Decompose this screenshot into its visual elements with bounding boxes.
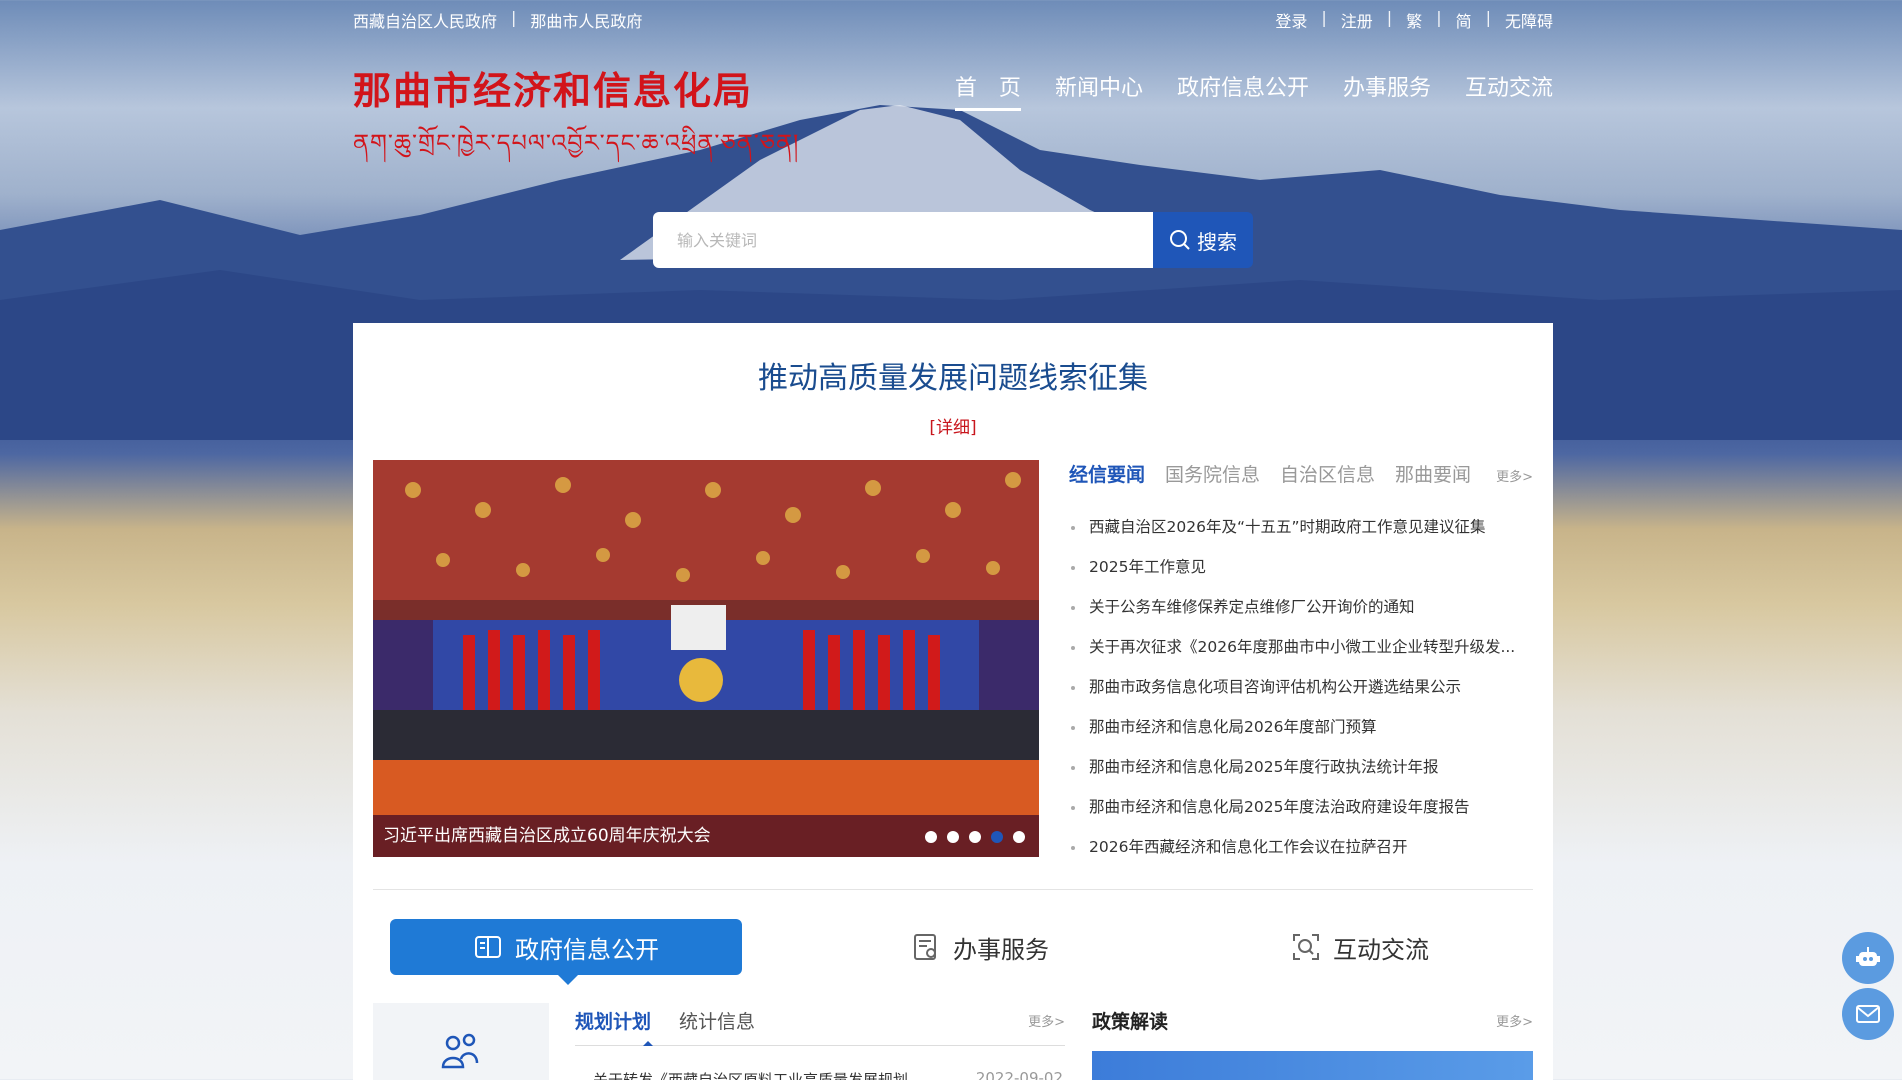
planning-card[interactable] bbox=[373, 1003, 549, 1080]
link-tibet-gov[interactable]: 西藏自治区人民政府 bbox=[353, 8, 497, 32]
news-tabs: 经信要闻 国务院信息 自治区信息 那曲要闻 更多> bbox=[1069, 460, 1533, 487]
topbar-right-links: 登录 | 注册 | 繁 | 简 | 无障碍 bbox=[1275, 8, 1553, 32]
simplified-chinese-link[interactable]: 简 bbox=[1456, 8, 1472, 32]
carousel-dot[interactable] bbox=[947, 831, 959, 843]
separator: | bbox=[1485, 8, 1491, 27]
headline-title[interactable]: 推动高质量发展问题线索征集 bbox=[353, 353, 1553, 397]
list-item[interactable]: 关于公务车维修保养定点维修厂公开询价的通知 bbox=[1069, 587, 1533, 627]
news-list: 西藏自治区2026年及“十五五”时期政府工作意见建议征集 2025年工作意见 关… bbox=[1069, 507, 1533, 867]
list-item[interactable]: 那曲市经济和信息化局2025年度法治政府建设年度报告 bbox=[1069, 787, 1533, 827]
scan-icon bbox=[1293, 934, 1319, 960]
policy-title: 政策解读 bbox=[1092, 1011, 1169, 1033]
news-more-link[interactable]: 更多> bbox=[1496, 466, 1533, 485]
policy-more-link[interactable]: 更多> bbox=[1496, 1011, 1533, 1030]
search-icon bbox=[1170, 230, 1190, 250]
search-bar: 搜索 bbox=[653, 212, 1253, 268]
list-item[interactable]: 2026年西藏经济和信息化工作会议在拉萨召开 bbox=[1069, 827, 1533, 867]
separator: | bbox=[1321, 8, 1327, 27]
logo-title: 那曲市经济和信息化局 bbox=[353, 68, 754, 113]
accessibility-link[interactable]: 无障碍 bbox=[1505, 8, 1553, 32]
carousel-dot[interactable] bbox=[925, 831, 937, 843]
carousel-dots bbox=[925, 831, 1025, 843]
tab-state-council[interactable]: 国务院信息 bbox=[1165, 460, 1260, 487]
list-item[interactable]: 关于转发《西藏自治区原料工业高质量发展规划... 2022-09-02 bbox=[593, 1069, 1063, 1080]
tab-jingxin-news[interactable]: 经信要闻 bbox=[1069, 460, 1145, 487]
search-button-label: 搜索 bbox=[1197, 229, 1237, 254]
nav-news[interactable]: 新闻中心 bbox=[1055, 70, 1143, 111]
tab-nagqu-news[interactable]: 那曲要闻 bbox=[1395, 460, 1471, 487]
planning-more-link[interactable]: 更多> bbox=[1028, 1011, 1065, 1030]
policy-banner[interactable] bbox=[1092, 1051, 1533, 1080]
nav-home[interactable]: 首 页 bbox=[954, 70, 1021, 111]
tab-planning[interactable]: 规划计划 bbox=[575, 1007, 651, 1034]
list-item[interactable]: 那曲市政务信息化项目咨询评估机构公开遴选结果公示 bbox=[1069, 667, 1533, 707]
people-icon bbox=[441, 1033, 479, 1069]
robot-icon bbox=[1856, 947, 1880, 966]
list-item[interactable]: 2025年工作意见 bbox=[1069, 547, 1533, 587]
mail-icon bbox=[1856, 1005, 1880, 1023]
top-bar: 西藏自治区人民政府 | 那曲市人民政府 登录 | 注册 | 繁 | 简 | 无障… bbox=[353, 0, 1553, 36]
planning-tabs: 规划计划 统计信息 更多> bbox=[575, 1007, 1065, 1034]
tab-label: 办事服务 bbox=[953, 935, 1049, 964]
main-nav: 首 页 新闻中心 政府信息公开 办事服务 互动交流 bbox=[954, 70, 1553, 111]
site-logo[interactable]: 那曲市经济和信息化局 ནག་ཆུ་གྲོང་ཁྱེར་དཔལ་འབྱོར་དང་… bbox=[353, 60, 799, 184]
carousel-dot[interactable] bbox=[969, 831, 981, 843]
link-nagqu-gov[interactable]: 那曲市人民政府 bbox=[530, 8, 642, 32]
headline-detail-link[interactable]: [详细] bbox=[353, 413, 1553, 438]
tab-label: 互动交流 bbox=[1333, 935, 1429, 964]
carousel-image bbox=[373, 460, 1039, 815]
tab-statistics[interactable]: 统计信息 bbox=[679, 1007, 755, 1034]
robot-assistant-button[interactable] bbox=[1842, 932, 1894, 984]
nav-gov-info[interactable]: 政府信息公开 bbox=[1177, 70, 1309, 111]
tab-label: 政府信息公开 bbox=[515, 935, 659, 964]
news-box: 经信要闻 国务院信息 自治区信息 那曲要闻 更多> 西藏自治区2026年及“十五… bbox=[1069, 460, 1533, 867]
tab-interaction[interactable]: 互动交流 bbox=[1210, 919, 1510, 975]
policy-header: 政策解读 更多> bbox=[1092, 1007, 1533, 1034]
document-icon bbox=[914, 934, 936, 960]
list-item-date: 2022-09-02 bbox=[975, 1069, 1063, 1080]
nav-services[interactable]: 办事服务 bbox=[1343, 70, 1431, 111]
section-divider bbox=[373, 889, 1533, 890]
separator: | bbox=[511, 8, 517, 27]
main-panel: 推动高质量发展问题线索征集 [详细] 习近平出席西藏自治区成立60周年庆祝大会 … bbox=[353, 323, 1553, 1080]
mail-button[interactable] bbox=[1842, 988, 1894, 1040]
list-item[interactable]: 那曲市经济和信息化局2025年度行政执法统计年报 bbox=[1069, 747, 1533, 787]
carousel-dot-active[interactable] bbox=[991, 831, 1003, 843]
nav-interaction[interactable]: 互动交流 bbox=[1465, 70, 1553, 111]
tab-gov-info-public[interactable]: 政府信息公开 bbox=[390, 919, 742, 985]
section-tabs: 政府信息公开 办事服务 互动交流 bbox=[390, 919, 1533, 985]
carousel-dot[interactable] bbox=[1013, 831, 1025, 843]
separator: | bbox=[1386, 8, 1393, 27]
list-item[interactable]: 那曲市经济和信息化局2026年度部门预算 bbox=[1069, 707, 1533, 747]
tab-region-info[interactable]: 自治区信息 bbox=[1280, 460, 1375, 487]
planning-tab-indicator bbox=[643, 1041, 653, 1046]
list-item-title: 关于转发《西藏自治区原料工业高质量发展规划... bbox=[593, 1071, 923, 1080]
separator: | bbox=[1436, 8, 1442, 27]
traditional-chinese-link[interactable]: 繁 bbox=[1406, 8, 1422, 32]
search-input[interactable] bbox=[653, 212, 1153, 268]
search-button[interactable]: 搜索 bbox=[1153, 212, 1253, 268]
book-icon bbox=[475, 936, 501, 958]
login-link[interactable]: 登录 bbox=[1275, 8, 1307, 32]
list-item[interactable]: 关于再次征求《2026年度那曲市中小微工业企业转型升级发... bbox=[1069, 627, 1533, 667]
register-link[interactable]: 注册 bbox=[1341, 8, 1373, 32]
logo-tibetan: ནག་ཆུ་གྲོང་ཁྱེར་དཔལ་འབྱོར་དང་ཆ་འཕྲིན་ཅན་… bbox=[353, 129, 800, 157]
tab-services[interactable]: 办事服务 bbox=[830, 919, 1130, 975]
list-item[interactable]: 西藏自治区2026年及“十五五”时期政府工作意见建议征集 bbox=[1069, 507, 1533, 547]
news-carousel[interactable]: 习近平出席西藏自治区成立60周年庆祝大会 bbox=[373, 460, 1039, 857]
topbar-left-links: 西藏自治区人民政府 | 那曲市人民政府 bbox=[353, 8, 642, 32]
